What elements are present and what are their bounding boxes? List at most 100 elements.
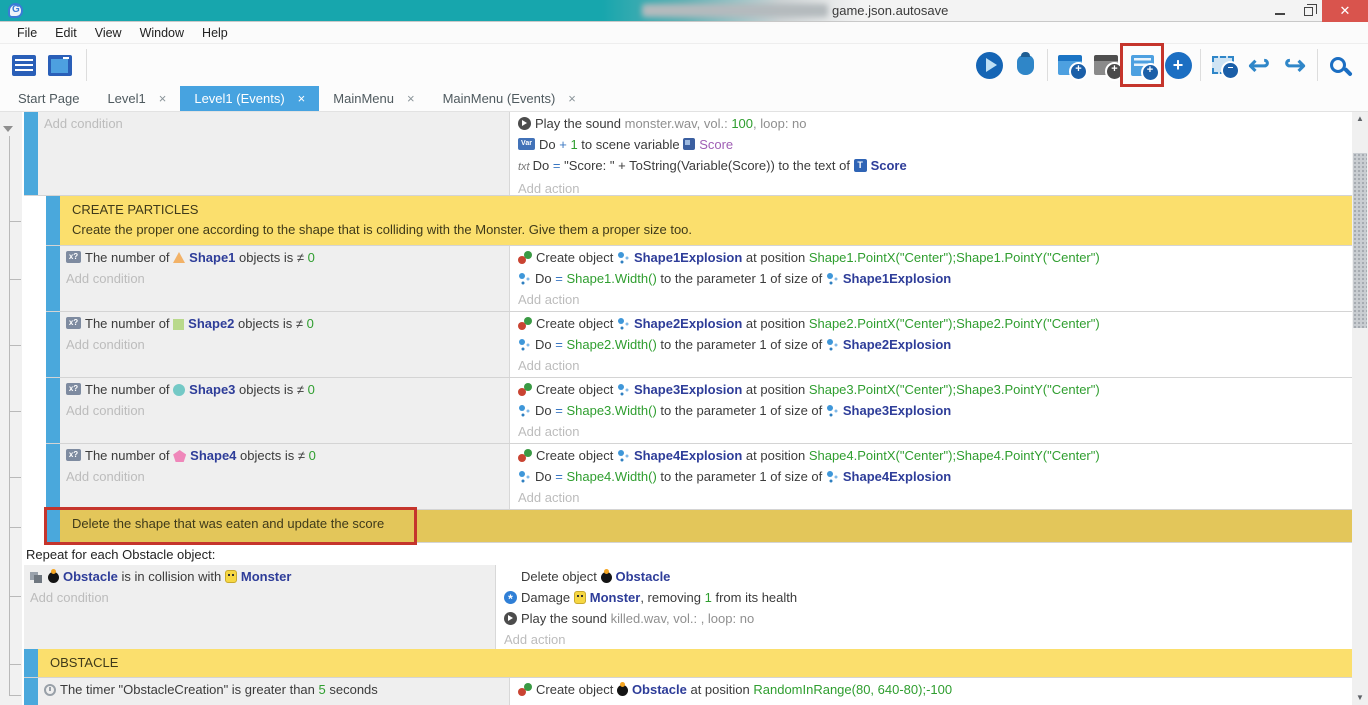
actions-cell[interactable]: Delete object ObstacleDamage Monster, re… bbox=[496, 565, 1352, 650]
action[interactable]: Create object Shape2Explosion at positio… bbox=[518, 313, 1346, 334]
conditions-cell[interactable]: The number of Shape2 objects is ≠ 0Add c… bbox=[60, 312, 510, 377]
event-row[interactable]: The number of Shape2 objects is ≠ 0Add c… bbox=[46, 312, 1352, 378]
condition[interactable]: The number of Shape1 objects is ≠ 0 bbox=[66, 247, 503, 268]
actions-cell[interactable]: Create object Shape1Explosion at positio… bbox=[510, 246, 1352, 311]
actions-cell[interactable]: Create object Shape4Explosion at positio… bbox=[510, 444, 1352, 509]
add-action-link[interactable]: Add action bbox=[518, 421, 1346, 442]
action[interactable]: Create object Obstacle at position Rando… bbox=[518, 679, 1346, 700]
repeat-event-row[interactable]: Repeat for each Obstacle object:Obstacle… bbox=[24, 543, 1352, 649]
maximize-button[interactable] bbox=[1294, 0, 1322, 22]
menu-file[interactable]: File bbox=[8, 26, 46, 40]
project-manager-button[interactable] bbox=[6, 47, 42, 83]
add-plus-button[interactable] bbox=[1160, 47, 1196, 83]
action[interactable]: txtDo = "Score: " + ToString(Variable(Sc… bbox=[518, 155, 1346, 178]
action[interactable]: Play the sound monster.wav, vol.: 100, l… bbox=[518, 113, 1346, 134]
text-segment: Create object bbox=[536, 250, 617, 265]
conditions-cell[interactable]: The number of Shape3 objects is ≠ 0Add c… bbox=[60, 378, 510, 443]
conditions-cell[interactable]: Obstacle is in collision with MonsterAdd… bbox=[24, 565, 496, 650]
action[interactable]: Do = Shape4.Width() to the parameter 1 o… bbox=[518, 466, 1346, 487]
actions-cell[interactable]: Create object Shape2Explosion at positio… bbox=[510, 312, 1352, 377]
add-action-link[interactable]: Add action bbox=[518, 178, 1346, 195]
vertical-scrollbar[interactable]: ▲ ▼ bbox=[1352, 112, 1368, 705]
add-condition-link[interactable]: Add condition bbox=[66, 466, 503, 487]
text-segment: at position bbox=[742, 448, 809, 463]
action[interactable]: Play the sound killed.wav, vol.: , loop:… bbox=[504, 608, 1346, 629]
event-row[interactable]: The number of Shape1 objects is ≠ 0Add c… bbox=[46, 246, 1352, 312]
menu-view[interactable]: View bbox=[86, 26, 131, 40]
comment-body[interactable]: CREATE PARTICLESCreate the proper one ac… bbox=[60, 196, 1352, 245]
add-condition-link[interactable]: Add condition bbox=[44, 113, 503, 134]
condition[interactable]: The timer "ObstacleCreation" is greater … bbox=[44, 679, 503, 700]
condition[interactable]: The number of Shape4 objects is ≠ 0 bbox=[66, 445, 503, 466]
menu-window[interactable]: Window bbox=[131, 26, 193, 40]
add-action-link[interactable]: Add action bbox=[518, 355, 1346, 376]
minimize-icon bbox=[1275, 13, 1285, 15]
count-icon bbox=[66, 449, 81, 461]
conditions-cell[interactable]: Add condition bbox=[38, 112, 510, 195]
redo-button[interactable]: ↪ bbox=[1277, 47, 1313, 83]
add-condition-link[interactable]: Add condition bbox=[66, 268, 503, 289]
add-action-link[interactable]: Add action bbox=[518, 487, 1346, 508]
action[interactable]: Damage Monster, removing 1 from its heal… bbox=[504, 587, 1346, 608]
text-segment: = bbox=[555, 469, 566, 484]
add-external-window-button[interactable] bbox=[1088, 47, 1124, 83]
condition[interactable]: The number of Shape3 objects is ≠ 0 bbox=[66, 379, 503, 400]
comment-body[interactable]: OBSTACLE bbox=[38, 649, 1352, 677]
debug-button[interactable] bbox=[1007, 47, 1043, 83]
actions-cell[interactable]: Play the sound monster.wav, vol.: 100, l… bbox=[510, 112, 1352, 195]
comment-row[interactable]: OBSTACLE bbox=[24, 649, 1352, 678]
tab-mainmenu-events-[interactable]: MainMenu (Events)× bbox=[429, 86, 590, 111]
scroll-down-icon[interactable]: ▼ bbox=[1352, 691, 1368, 705]
tab-close-icon[interactable]: × bbox=[568, 91, 576, 106]
add-condition-link[interactable]: Add condition bbox=[66, 334, 503, 355]
close-button[interactable]: ✕ bbox=[1322, 0, 1368, 22]
actions-cell[interactable]: Create object Shape3Explosion at positio… bbox=[510, 378, 1352, 443]
tab-close-icon[interactable]: × bbox=[407, 91, 415, 106]
search-icon bbox=[1330, 57, 1346, 73]
event-row[interactable]: The number of Shape3 objects is ≠ 0Add c… bbox=[46, 378, 1352, 444]
search-button[interactable] bbox=[1322, 47, 1358, 83]
conditions-cell[interactable]: The number of Shape4 objects is ≠ 0Add c… bbox=[60, 444, 510, 509]
event-row[interactable]: Add condition Play the sound monster.wav,… bbox=[24, 112, 1352, 196]
tab-level1-events-[interactable]: Level1 (Events)× bbox=[180, 86, 319, 111]
comment-row[interactable]: CREATE PARTICLESCreate the proper one ac… bbox=[46, 196, 1352, 246]
menu-edit[interactable]: Edit bbox=[46, 26, 86, 40]
add-action-link[interactable]: Add action bbox=[504, 629, 1346, 650]
actions-cell[interactable]: Create object Obstacle at position Rando… bbox=[510, 678, 1352, 705]
add-scene-window-button[interactable] bbox=[1052, 47, 1088, 83]
tab-level1[interactable]: Level1× bbox=[93, 86, 180, 111]
undo-button[interactable]: ↩ bbox=[1241, 47, 1277, 83]
tab-start-page[interactable]: Start Page bbox=[4, 86, 93, 111]
comment-row[interactable]: Delete the shape that was eaten and upda… bbox=[46, 510, 1352, 543]
tab-close-icon[interactable]: × bbox=[159, 91, 167, 106]
tab-mainmenu[interactable]: MainMenu× bbox=[319, 86, 428, 111]
event-row[interactable]: The timer "ObstacleCreation" is greater … bbox=[24, 678, 1352, 705]
menu-help[interactable]: Help bbox=[193, 26, 237, 40]
add-condition-link[interactable]: Add condition bbox=[30, 587, 489, 608]
action[interactable]: Do + 1 to scene variable Score bbox=[518, 134, 1346, 155]
tab-close-icon[interactable]: × bbox=[298, 91, 306, 106]
action[interactable]: Do = Shape3.Width() to the parameter 1 o… bbox=[518, 400, 1346, 421]
minimize-button[interactable] bbox=[1266, 0, 1294, 22]
condition[interactable]: The number of Shape2 objects is ≠ 0 bbox=[66, 313, 503, 334]
add-condition-link[interactable]: Add condition bbox=[66, 400, 503, 421]
comment-body[interactable]: Delete the shape that was eaten and upda… bbox=[60, 510, 1352, 542]
action[interactable]: Create object Shape1Explosion at positio… bbox=[518, 247, 1346, 268]
scroll-up-icon[interactable]: ▲ bbox=[1352, 112, 1368, 126]
action[interactable]: Create object Shape3Explosion at positio… bbox=[518, 379, 1346, 400]
scrollbar-thumb[interactable] bbox=[1353, 153, 1367, 328]
play-button[interactable] bbox=[971, 47, 1007, 83]
action[interactable]: Do = Shape1.Width() to the parameter 1 o… bbox=[518, 268, 1346, 289]
conditions-cell[interactable]: The timer "ObstacleCreation" is greater … bbox=[38, 678, 510, 705]
add-event-sheet-button[interactable] bbox=[1124, 47, 1160, 83]
condition[interactable]: Obstacle is in collision with Monster bbox=[30, 566, 489, 587]
action[interactable]: Do = Shape2.Width() to the parameter 1 o… bbox=[518, 334, 1346, 355]
conditions-cell[interactable]: The number of Shape1 objects is ≠ 0Add c… bbox=[60, 246, 510, 311]
action[interactable]: Create object Shape4Explosion at positio… bbox=[518, 445, 1346, 466]
add-action-link[interactable]: Add action bbox=[518, 289, 1346, 310]
remove-selection-button[interactable] bbox=[1205, 47, 1241, 83]
scene-editor-button[interactable] bbox=[42, 47, 78, 83]
action[interactable]: Delete object Obstacle bbox=[504, 566, 1346, 587]
event-row[interactable]: The number of Shape4 objects is ≠ 0Add c… bbox=[46, 444, 1352, 510]
collapse-triangle-icon[interactable] bbox=[3, 126, 13, 132]
